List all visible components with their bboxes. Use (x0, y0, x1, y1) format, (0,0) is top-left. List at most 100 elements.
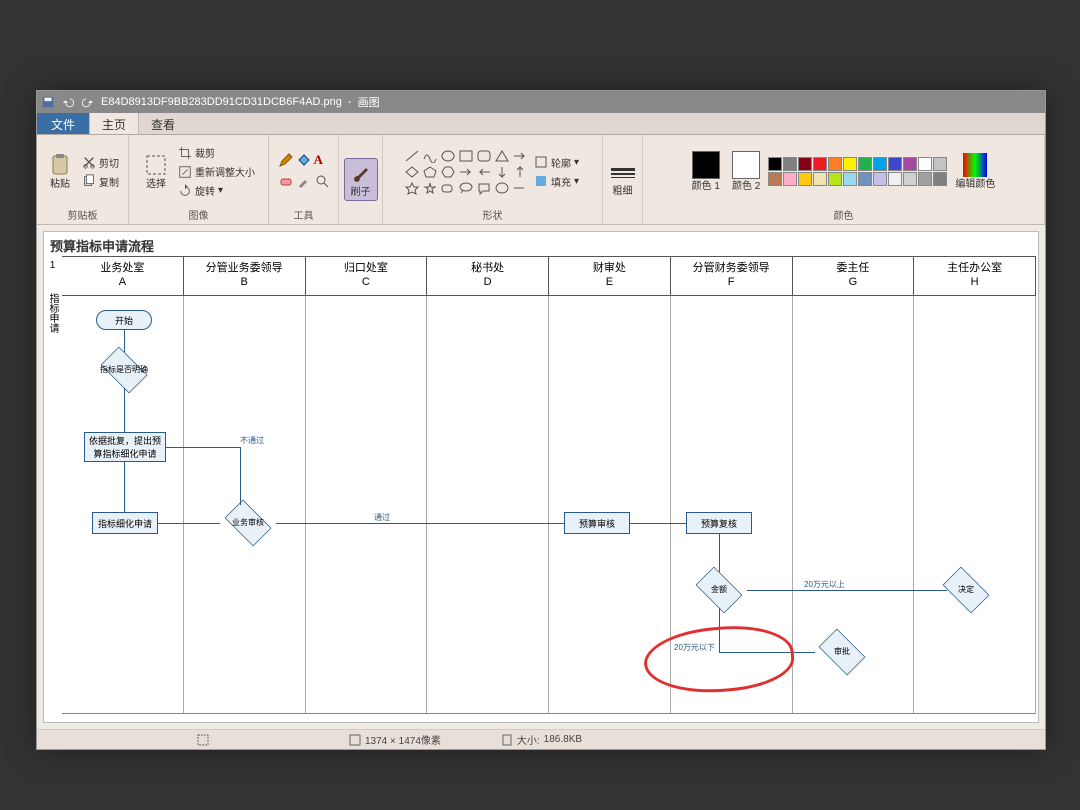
resize-button[interactable]: 重新调整大小 (176, 163, 257, 180)
select-button[interactable]: 选择 (140, 151, 172, 192)
lane-header: 归口处室C (306, 257, 428, 295)
color-swatch[interactable] (843, 157, 857, 171)
redo-icon[interactable] (81, 95, 95, 109)
edit-colors-button[interactable]: 编辑颜色 (951, 151, 999, 192)
node-h-decide: 决定 (938, 572, 994, 608)
lane-header: 分管业务委领导B (184, 257, 306, 295)
swimlane-header: 业务处室A分管业务委领导B归口处室C秘书处D财审处E分管财务委领导F委主任G主任… (62, 256, 1036, 296)
color-swatch[interactable] (918, 172, 932, 186)
titlebar: E84D8913DF9BB283DD91CD31DCB6F4AD.png - 画… (37, 91, 1045, 113)
bucket-icon[interactable] (296, 152, 312, 171)
pencil-icon[interactable] (278, 152, 294, 171)
save-icon[interactable] (41, 95, 55, 109)
color-swatch[interactable] (903, 157, 917, 171)
arrow (747, 590, 947, 591)
color-swatch[interactable] (843, 172, 857, 186)
node-f-recheck: 预算复核 (686, 512, 752, 534)
color-swatch[interactable] (828, 157, 842, 171)
arrow (124, 330, 125, 352)
statusbar: 1374 × 1474像素 大小: 186.8KB (37, 729, 1045, 749)
color-swatch[interactable] (888, 172, 902, 186)
color-swatch[interactable] (768, 157, 782, 171)
ribbon-group-colors: 颜色 1 颜色 2 编辑颜色 颜色 (643, 135, 1045, 224)
arrow (124, 462, 125, 512)
lane-body (306, 296, 428, 713)
tab-file[interactable]: 文件 (37, 113, 89, 134)
lane-header: 业务处室A (62, 257, 184, 295)
color-swatch[interactable] (783, 172, 797, 186)
swimlane-body (62, 296, 1036, 714)
ribbon: 粘贴 剪切 复制 剪贴板 选择 (37, 135, 1045, 225)
app-window: E84D8913DF9BB283DD91CD31DCB6F4AD.png - 画… (36, 90, 1046, 750)
tabstrip: 文件 主页 查看 (37, 113, 1045, 135)
tab-view[interactable]: 查看 (139, 113, 188, 134)
arrow (276, 523, 564, 524)
tab-home[interactable]: 主页 (89, 113, 139, 134)
lane-body (914, 296, 1036, 713)
brushes-button[interactable]: 刷子 (344, 158, 378, 201)
ribbon-group-shapes: 轮廓▾ 填充▾ 形状 (383, 135, 603, 224)
shapes-gallery[interactable] (404, 149, 528, 195)
color-swatch[interactable] (798, 157, 812, 171)
eraser-icon[interactable] (278, 173, 294, 192)
cut-button[interactable]: 剪切 (80, 154, 121, 171)
node-f-amount: 金额 (691, 572, 747, 608)
color-swatch[interactable] (918, 157, 932, 171)
node-b-review: 业务审核 (220, 505, 276, 541)
crop-button[interactable]: 裁剪 (176, 144, 257, 161)
title-sep: - (348, 96, 352, 108)
color-swatch[interactable] (858, 172, 872, 186)
undo-icon[interactable] (61, 95, 75, 109)
color-swatch[interactable] (768, 172, 782, 186)
color-swatch[interactable] (873, 172, 887, 186)
paste-button[interactable]: 粘贴 (44, 151, 76, 192)
color-swatch[interactable] (933, 157, 947, 171)
dimensions: 1374 × 1474像素 (349, 732, 441, 747)
color-swatch[interactable] (903, 172, 917, 186)
color2-button[interactable]: 颜色 2 (728, 149, 764, 194)
arrow (124, 388, 125, 432)
label-over20: 20万元以上 (804, 579, 845, 590)
crop-indicator (197, 734, 209, 746)
color1-button[interactable]: 颜色 1 (688, 149, 724, 194)
lane-body (427, 296, 549, 713)
arrow (630, 523, 686, 524)
color-palette[interactable] (768, 157, 947, 186)
arrow (158, 523, 220, 524)
outline-button[interactable]: 轮廓▾ (532, 154, 581, 171)
node-decision-1: 指标是否明确 (96, 352, 152, 388)
row-label: 1 指标申请 (46, 260, 60, 333)
ribbon-group-thickness: 粗细 (603, 135, 643, 224)
color-swatch[interactable] (828, 172, 842, 186)
node-process-2: 依据批复，提出预算指标细化申请 (84, 432, 166, 462)
color-swatch[interactable] (858, 157, 872, 171)
canvas-area[interactable]: 预算指标申请流程 1 指标申请 业务处室A分管业务委领导B归口处室C秘书处D财审… (37, 225, 1045, 729)
fill-button[interactable]: 填充▾ (532, 173, 581, 190)
title-filename: E84D8913DF9BB283DD91CD31DCB6F4AD.png (101, 96, 342, 108)
text-icon[interactable]: A (314, 152, 323, 171)
label-fail: 不通过 (240, 435, 264, 446)
color-swatch[interactable] (783, 157, 797, 171)
arrow (240, 447, 241, 505)
color-swatch[interactable] (813, 172, 827, 186)
copy-button[interactable]: 复制 (80, 173, 121, 190)
label-pass: 通过 (374, 512, 390, 523)
filesize: 大小: 186.8KB (501, 732, 582, 747)
color-swatch[interactable] (873, 157, 887, 171)
color-swatch[interactable] (813, 157, 827, 171)
node-start: 开始 (96, 310, 152, 330)
eyedropper-icon[interactable] (296, 173, 312, 192)
node-process-3: 指标细化申请 (92, 512, 158, 534)
color-swatch[interactable] (798, 172, 812, 186)
ribbon-group-brushes: 刷子 (339, 135, 383, 224)
color-swatch[interactable] (933, 172, 947, 186)
lane-header: 主任办公室H (914, 257, 1036, 295)
color-swatch[interactable] (888, 157, 902, 171)
lane-header: 委主任G (793, 257, 915, 295)
node-e-review: 预算审核 (564, 512, 630, 534)
rotate-button[interactable]: 旋转▾ (176, 182, 257, 199)
thickness-button[interactable]: 粗细 (607, 160, 639, 199)
magnifier-icon[interactable] (314, 173, 330, 192)
doc-title: 预算指标申请流程 (50, 236, 154, 255)
lane-header: 分管财务委领导F (671, 257, 793, 295)
